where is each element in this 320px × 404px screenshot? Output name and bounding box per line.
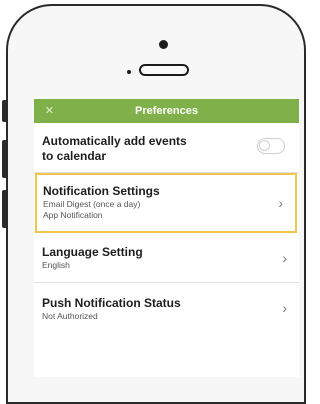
language-setting-row[interactable]: Language Setting English › xyxy=(34,233,299,283)
earpiece-speaker xyxy=(139,64,189,76)
volume-up-button xyxy=(2,140,7,178)
notification-settings-row[interactable]: Notification Settings Email Digest (once… xyxy=(35,173,297,233)
notification-settings-email-digest: Email Digest (once a day) xyxy=(43,199,141,209)
language-setting-title: Language Setting xyxy=(42,245,143,259)
toggle-knob xyxy=(259,140,270,151)
app-screen: × Preferences Automatically add events t… xyxy=(34,99,299,377)
page-title: Preferences xyxy=(135,105,198,117)
auto-add-events-row[interactable]: Automatically add events to calendar xyxy=(34,123,299,173)
chevron-right-icon: › xyxy=(282,249,287,266)
push-notification-status-row[interactable]: Push Notification Status Not Authorized … xyxy=(34,283,299,333)
auto-add-events-toggle[interactable] xyxy=(257,138,285,154)
push-notification-status-value: Not Authorized xyxy=(42,311,98,321)
push-notification-status-title: Push Notification Status xyxy=(42,296,181,310)
auto-add-events-title-line2: to calendar xyxy=(42,149,107,163)
notification-settings-app-notification: App Notification xyxy=(43,210,103,220)
notification-settings-title: Notification Settings xyxy=(43,184,160,198)
language-setting-value: English xyxy=(42,260,70,270)
front-camera xyxy=(159,40,168,49)
close-icon[interactable]: × xyxy=(45,102,54,120)
auto-add-events-title-line1: Automatically add events xyxy=(42,134,187,148)
mute-switch xyxy=(2,100,7,122)
volume-down-button xyxy=(2,190,7,228)
chevron-right-icon: › xyxy=(282,300,287,316)
top-bar: × Preferences xyxy=(34,99,299,123)
proximity-sensor xyxy=(127,70,131,74)
chevron-right-icon: › xyxy=(278,195,283,211)
